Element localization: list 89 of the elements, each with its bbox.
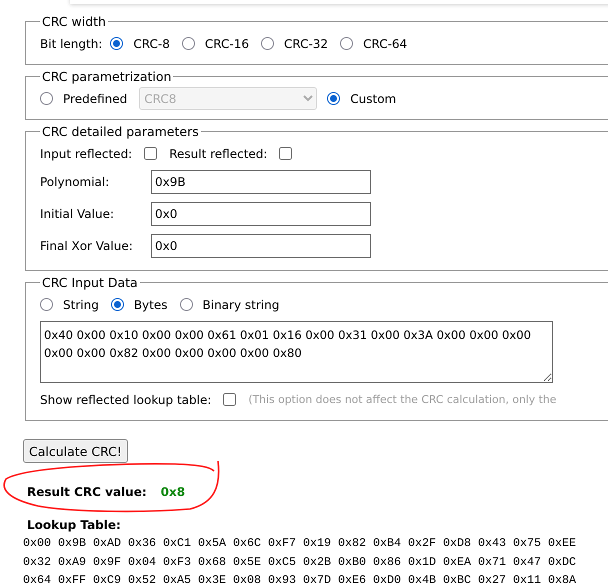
- checkbox-label: Input reflected:: [40, 146, 132, 160]
- table-cell-text: 0x2F: [408, 536, 438, 550]
- radio-button[interactable]: [260, 37, 274, 50]
- field-label: Polynomial:: [40, 175, 110, 189]
- table-cell-text: 0x47: [513, 554, 542, 569]
- table-cell-text: 0x86: [373, 554, 402, 569]
- field-label: Initial Value:: [40, 207, 116, 221]
- radio-option[interactable]: CRC-64: [340, 36, 408, 50]
- table-cell-text: 0x00: [23, 536, 52, 550]
- result-value: 0x8: [160, 485, 186, 499]
- radio-button[interactable]: [182, 37, 195, 50]
- table-cell-text: 0x82: [338, 536, 368, 550]
- table-cell-text: 0x93: [268, 573, 298, 588]
- table-cell-text: 0x7D: [303, 573, 332, 588]
- hint-text: (This option does not affect the CRC calculation, only the: [248, 393, 556, 406]
- table-cell-text: 0x71: [478, 554, 508, 569]
- table-cell-text: 0x08: [233, 573, 262, 588]
- panel-legend: CRC detailed parameters: [40, 124, 201, 139]
- radio-option[interactable]: String: [40, 298, 99, 312]
- radio-button[interactable]: [340, 37, 354, 50]
- radio-option[interactable]: Bytes: [110, 298, 168, 312]
- table-cell-text: 0xD0: [373, 573, 402, 588]
- table-cell-text: 0x36: [128, 536, 158, 550]
- radio-option[interactable]: CRC-16: [182, 36, 249, 50]
- table-cell-text: 0xDC: [548, 554, 578, 569]
- checkbox[interactable]: [223, 393, 236, 406]
- field-label: Final Xor Value:: [40, 239, 134, 253]
- lookup-table-title: Lookup Table:: [27, 518, 122, 534]
- radio-button[interactable]: [180, 298, 192, 311]
- table-cell-text: 0x5E: [233, 554, 262, 569]
- input-data-textarea[interactable]: 0x40 0x00 0x10 0x00 0x00 0x61 0x01 0x16 0x00 0x31 0x00 0x3A 0x00 0x00 0x00 0x00 0x00 0x82 0x00 0x00 0x00 0x00 0x80: [40, 321, 553, 383]
- radio-option[interactable]: Custom: [327, 92, 396, 106]
- table-cell-text: 0x32: [23, 554, 52, 569]
- calculate-button[interactable]: Calculate CRC!: [23, 439, 128, 463]
- table-cell-text: 0xA9: [58, 554, 88, 569]
- checkbox-label: Show reflected lookup table:: [40, 392, 212, 406]
- bit-length-label: Bit length:: [40, 36, 102, 50]
- radio-option[interactable]: CRC-32: [260, 36, 328, 50]
- table-cell-text: 0x3E: [198, 573, 228, 588]
- table-cell-text: 0xE6: [338, 573, 368, 588]
- radio-button[interactable]: [110, 37, 124, 50]
- radio-option[interactable]: Binary string: [180, 298, 280, 312]
- checkbox-label: Result reflected:: [169, 146, 268, 160]
- table-cell-text: 0xA5: [163, 573, 192, 588]
- table-cell-text: 0x1D: [408, 554, 438, 569]
- radio-option[interactable]: Predefined: [40, 92, 128, 106]
- table-cell-text: 0x27: [478, 573, 508, 588]
- radio-button[interactable]: [40, 298, 53, 311]
- table-cell-text: 0xBC: [443, 573, 472, 588]
- table-cell-text: 0x4B: [408, 573, 438, 588]
- table-cell-text: 0xF3: [163, 554, 192, 569]
- table-cell-text: 0xC5: [268, 554, 298, 569]
- table-cell-text: 0x64: [23, 573, 52, 588]
- table-cell-text: 0x52: [128, 573, 158, 588]
- input-field[interactable]: 0x0: [151, 234, 371, 258]
- table-cell-text: 0x43: [478, 536, 508, 550]
- table-cell-text: 0xEE: [548, 536, 578, 550]
- table-cell-text: 0x9B: [58, 536, 88, 550]
- panel-legend: CRC width: [40, 14, 108, 29]
- table-cell-text: 0xAD: [93, 536, 122, 550]
- checkbox[interactable]: [144, 147, 158, 160]
- radio-button[interactable]: [327, 92, 340, 105]
- table-cell-text: 0xC9: [93, 573, 122, 588]
- table-cell-text: 0xEA: [443, 554, 472, 569]
- table-cell-text: 0x8A: [548, 573, 578, 588]
- table-cell-text: 0xD8: [443, 536, 472, 550]
- table-cell-text: 0xB4: [373, 536, 402, 550]
- table-cell-text: 0x6C: [233, 536, 262, 550]
- checkbox[interactable]: [279, 147, 292, 160]
- table-cell-text: 0x9F: [93, 554, 122, 569]
- panel-legend: CRC Input Data: [40, 275, 140, 290]
- radio-option[interactable]: CRC-8: [110, 36, 170, 50]
- input-field[interactable]: 0x9B: [151, 170, 371, 194]
- radio-button[interactable]: [110, 298, 124, 311]
- panel-legend: CRC parametrization: [40, 69, 174, 84]
- table-cell-text: 0x5A: [198, 536, 228, 550]
- table-cell-text: 0xFF: [58, 573, 88, 588]
- table-cell-text: 0x11: [513, 573, 542, 588]
- radio-button[interactable]: [40, 92, 53, 105]
- table-cell-text: 0x04: [128, 554, 158, 569]
- table-cell-text: 0x19: [303, 536, 332, 550]
- result-label: Result CRC value:: [27, 485, 147, 499]
- table-cell-text: 0x68: [198, 554, 228, 569]
- table-cell-text: 0xC1: [163, 536, 192, 550]
- input-field[interactable]: 0x0: [151, 202, 371, 226]
- table-cell-text: 0x2B: [303, 554, 332, 569]
- table-cell-text: 0xF7: [268, 536, 298, 550]
- table-cell-text: 0xB0: [338, 554, 368, 569]
- table-cell-text: 0x75: [513, 536, 542, 550]
